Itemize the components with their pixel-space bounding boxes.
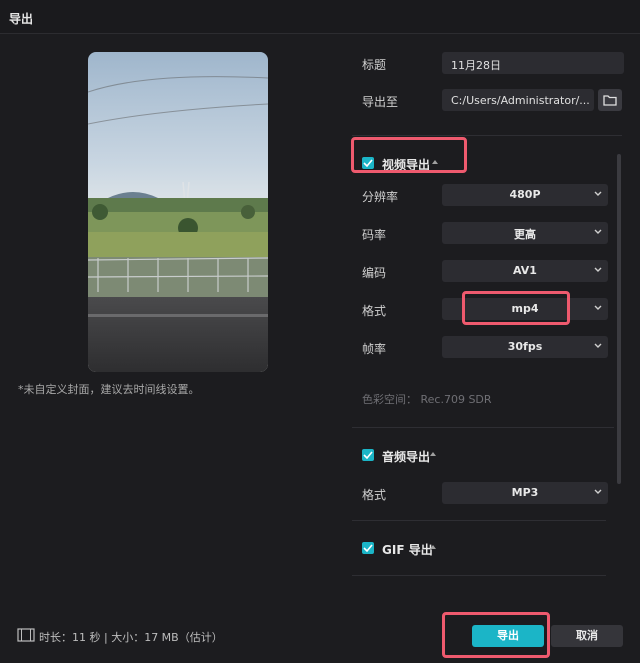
audio-format-label: 格式 — [362, 488, 387, 502]
folder-icon — [603, 95, 617, 106]
chevron-down-icon — [594, 489, 602, 494]
color-space-label: 色彩空间： — [362, 393, 417, 406]
title-bar: 导出 — [0, 0, 640, 34]
resolution-label: 分辨率 — [362, 190, 399, 204]
title-input-value: 11月28日 — [451, 59, 501, 72]
export-to-label: 导出至 — [362, 95, 399, 109]
divider — [352, 427, 614, 428]
divider — [352, 520, 606, 521]
folder-button[interactable] — [598, 89, 622, 111]
highlight-export-button — [442, 612, 550, 658]
gif-export-checkbox[interactable] — [362, 542, 374, 554]
audio-format-value: MP3 — [511, 486, 539, 499]
scrollbar[interactable] — [617, 154, 621, 484]
chevron-down-icon — [594, 229, 602, 234]
collapse-caret-icon[interactable] — [430, 545, 436, 549]
title-label: 标题 — [362, 58, 387, 72]
divider — [352, 135, 622, 136]
divider — [352, 575, 606, 576]
duration-size-text: 时长：11 秒 | 大小：17 MB（估计） — [39, 631, 223, 644]
audio-format-select[interactable]: MP3 — [442, 482, 608, 504]
resolution-select[interactable]: 480P — [442, 184, 608, 206]
framerate-label: 帧率 — [362, 342, 387, 356]
bitrate-value: 更高 — [514, 228, 536, 241]
chevron-down-icon — [594, 267, 602, 272]
codec-label: 编码 — [362, 266, 387, 280]
format-label: 格式 — [362, 304, 387, 318]
codec-value: AV1 — [513, 264, 537, 277]
color-space-value: Rec.709 SDR — [420, 393, 492, 406]
bitrate-select[interactable]: 更高 — [442, 222, 608, 244]
video-preview — [88, 52, 268, 372]
collapse-caret-icon[interactable] — [430, 452, 436, 456]
title-input[interactable]: 11月28日 — [442, 52, 624, 74]
audio-export-label: 音频导出 — [382, 450, 431, 464]
cover-note: *未自定义封面，建议去时间线设置。 — [18, 383, 200, 396]
chevron-down-icon — [594, 305, 602, 310]
color-space: 色彩空间： Rec.709 SDR — [362, 391, 492, 407]
chevron-down-icon — [594, 343, 602, 348]
chevron-down-icon — [594, 191, 602, 196]
export-path-value: C:/Users/Administrator/... — [451, 94, 590, 107]
film-icon — [17, 628, 35, 642]
gif-export-label: GIF 导出 — [382, 543, 433, 557]
cancel-button[interactable]: 取消 — [551, 625, 623, 647]
resolution-value: 480P — [509, 188, 541, 201]
highlight-video-export — [351, 137, 467, 173]
window-title: 导出 — [9, 12, 34, 26]
bitrate-label: 码率 — [362, 228, 387, 242]
framerate-value: 30fps — [507, 340, 543, 353]
framerate-select[interactable]: 30fps — [442, 336, 608, 358]
export-path-input[interactable]: C:/Users/Administrator/... — [442, 89, 594, 111]
codec-select[interactable]: AV1 — [442, 260, 608, 282]
audio-export-checkbox[interactable] — [362, 449, 374, 461]
highlight-format — [462, 291, 570, 325]
